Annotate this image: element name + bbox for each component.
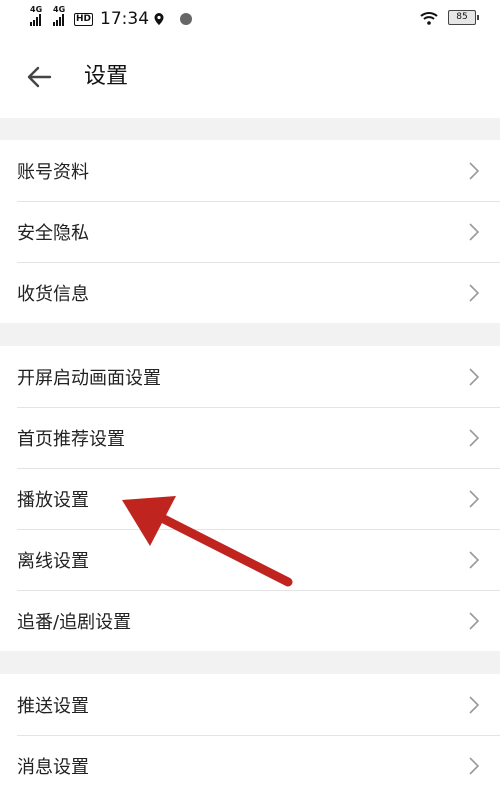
app-header: 设置 <box>0 38 500 118</box>
page-title: 设置 <box>84 64 129 89</box>
settings-item-messages[interactable]: 消息设置 <box>0 735 500 796</box>
settings-item-label: 账号资料 <box>17 161 89 183</box>
settings-item-home-recommend[interactable]: 首页推荐设置 <box>0 407 500 468</box>
settings-group-playback: 开屏启动画面设置 首页推荐设置 播放设置 离线设置 追番/追剧设置 <box>0 346 500 651</box>
settings-item-playback[interactable]: 播放设置 <box>0 468 500 529</box>
settings-group-notifications: 推送设置 消息设置 <box>0 674 500 796</box>
cellular-signal-icon: 4G <box>30 5 42 26</box>
clock: 17:34 <box>100 9 150 29</box>
settings-item-follow-series[interactable]: 追番/追剧设置 <box>0 590 500 651</box>
settings-item-label: 消息设置 <box>17 756 89 778</box>
settings-item-label: 追番/追剧设置 <box>17 611 132 633</box>
settings-item-label: 离线设置 <box>17 550 89 572</box>
settings-item-offline[interactable]: 离线设置 <box>0 529 500 590</box>
chevron-right-icon <box>469 429 480 447</box>
location-icon <box>154 13 164 25</box>
back-arrow-icon[interactable] <box>24 62 54 92</box>
chevron-right-icon <box>469 757 480 775</box>
battery-icon: 85 <box>448 10 479 25</box>
settings-item-label: 首页推荐设置 <box>17 428 125 450</box>
chevron-right-icon <box>469 223 480 241</box>
chevron-right-icon <box>469 612 480 630</box>
notification-icon <box>180 13 193 25</box>
settings-item-label: 安全隐私 <box>17 222 89 244</box>
chevron-right-icon <box>469 284 480 302</box>
settings-item-label: 推送设置 <box>17 695 89 717</box>
hd-voice-icon: HD <box>74 12 94 26</box>
settings-item-label: 收货信息 <box>17 283 89 305</box>
settings-item-account-info[interactable]: 账号资料 <box>0 140 500 201</box>
status-bar: 4G 4G HD 17:34 85 <box>0 0 500 38</box>
settings-item-shipping-info[interactable]: 收货信息 <box>0 262 500 323</box>
cellular-signal-icon: 4G <box>53 5 65 26</box>
settings-item-label: 播放设置 <box>17 489 89 511</box>
settings-group-account: 账号资料 安全隐私 收货信息 <box>0 140 500 323</box>
chevron-right-icon <box>469 490 480 508</box>
settings-item-security-privacy[interactable]: 安全隐私 <box>0 201 500 262</box>
chevron-right-icon <box>469 551 480 569</box>
settings-item-push[interactable]: 推送设置 <box>0 674 500 735</box>
settings-item-label: 开屏启动画面设置 <box>17 367 161 389</box>
chevron-right-icon <box>469 696 480 714</box>
chevron-right-icon <box>469 162 480 180</box>
settings-item-splash-screen[interactable]: 开屏启动画面设置 <box>0 346 500 407</box>
chevron-right-icon <box>469 368 480 386</box>
wifi-icon <box>420 11 438 25</box>
